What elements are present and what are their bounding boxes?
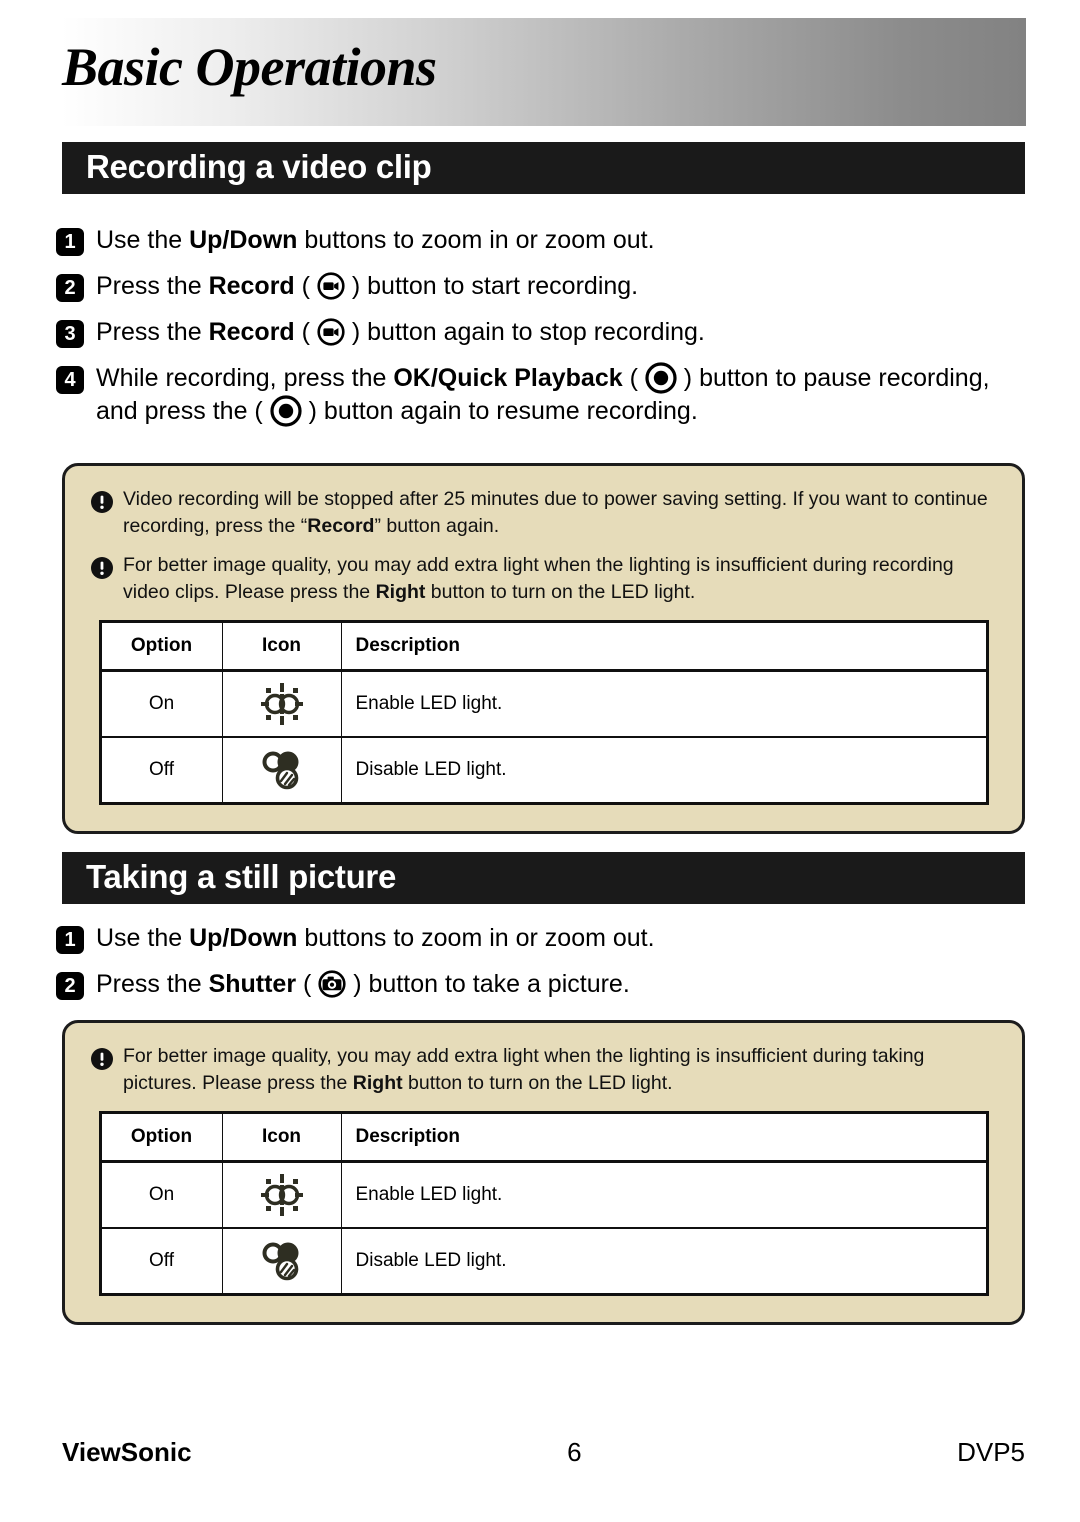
step-text: Use the Up/Down buttons to zoom in or zo…: [96, 226, 655, 254]
led-off-icon: [260, 1239, 304, 1283]
section-header-recording-label: Recording a video clip: [86, 148, 432, 186]
cell-description: Disable LED light.: [340, 736, 988, 804]
section-header-still-picture: Taking a still picture: [62, 852, 1025, 904]
step-text: Press the Record ( ) button to start rec…: [96, 272, 639, 300]
footer-model: DVP5: [957, 1437, 1025, 1467]
table-header-row: Option Icon Description: [99, 621, 988, 672]
note-text: For better image quality, you may add ex…: [123, 1045, 925, 1094]
footer-page-number: 6: [567, 1437, 582, 1467]
section-header-still-picture-label: Taking a still picture: [86, 858, 397, 896]
column-header-icon: Icon: [221, 1112, 342, 1163]
table-row: Off Disable LED light.: [99, 1227, 988, 1295]
emphasis-text: Right: [375, 581, 426, 603]
step-text: Press the Shutter ( ) button to take a p…: [96, 970, 630, 998]
exclamation-icon: [91, 491, 113, 513]
cell-icon: [221, 670, 342, 738]
cell-icon: [221, 1227, 342, 1295]
shutter-button-icon: [318, 970, 346, 998]
step-number-badge: 3: [56, 320, 84, 348]
note-item: For better image quality, you may add ex…: [91, 552, 996, 606]
cell-description: Disable LED light.: [340, 1227, 988, 1295]
step-number-badge: 2: [56, 972, 84, 1000]
page-title: Basic Operations: [62, 37, 437, 97]
cell-option: Off: [99, 1227, 223, 1295]
page-footer: ViewSonic 6 DVP5: [62, 1437, 1025, 1468]
step-recording-3: 3 Press the Record ( ) button again to s…: [56, 316, 1016, 349]
cell-icon: [221, 736, 342, 804]
table-row: Off Disable LED light.: [99, 736, 988, 804]
cell-icon: [221, 1161, 342, 1229]
ok-quick-playback-button-icon: [645, 362, 677, 394]
led-on-icon: [260, 1173, 304, 1217]
column-header-description: Description: [340, 1112, 988, 1163]
emphasis-text: Up/Down: [189, 924, 298, 952]
table-header-row: Option Icon Description: [99, 1112, 988, 1163]
step-recording-4: 4 While recording, press the OK/Quick Pl…: [56, 362, 1016, 428]
emphasis-text: Right: [352, 1072, 403, 1094]
step-text: Press the Record ( ) button again to sto…: [96, 318, 705, 346]
emphasis-text: Record: [307, 515, 375, 537]
step-recording-2: 2 Press the Record ( ) button to start r…: [56, 270, 1016, 303]
footer-brand: ViewSonic: [62, 1437, 192, 1467]
step-picture-2: 2 Press the Shutter ( ) button to take a…: [56, 968, 1016, 1001]
emphasis-text: Record: [208, 272, 295, 300]
emphasis-text: Up/Down: [189, 226, 298, 254]
step-number-badge: 4: [56, 366, 84, 394]
step-recording-1: 1 Use the Up/Down buttons to zoom in or …: [56, 224, 1016, 257]
step-text: While recording, press the OK/Quick Play…: [96, 362, 990, 427]
ok-quick-playback-button-icon: [270, 395, 302, 427]
record-button-icon: [317, 272, 345, 300]
led-option-table-recording: Option Icon Description On Enable LED li…: [98, 620, 989, 805]
emphasis-text: Record: [208, 318, 295, 346]
note-item: Video recording will be stopped after 25…: [91, 486, 996, 540]
step-number-badge: 1: [56, 228, 84, 256]
column-header-option: Option: [99, 1112, 223, 1163]
cell-option: Off: [99, 736, 223, 804]
section-header-recording: Recording a video clip: [62, 142, 1025, 194]
column-header-option: Option: [99, 621, 223, 672]
column-header-icon: Icon: [221, 621, 342, 672]
note-item: For better image quality, you may add ex…: [91, 1043, 996, 1097]
led-on-icon: [260, 682, 304, 726]
cell-option: On: [99, 670, 223, 738]
column-header-description: Description: [340, 621, 988, 672]
step-picture-1: 1 Use the Up/Down buttons to zoom in or …: [56, 922, 1016, 955]
cell-description: Enable LED light.: [340, 670, 988, 738]
led-option-table-still-picture: Option Icon Description On Enable LED li…: [98, 1111, 989, 1296]
note-box-recording: Video recording will be stopped after 25…: [62, 463, 1025, 834]
emphasis-text: Shutter: [208, 970, 297, 998]
exclamation-icon: [91, 1048, 113, 1070]
record-button-icon: [317, 318, 345, 346]
step-text: Use the Up/Down buttons to zoom in or zo…: [96, 924, 655, 952]
emphasis-text: OK/Quick Playback: [393, 364, 623, 392]
led-off-icon: [260, 748, 304, 792]
cell-description: Enable LED light.: [340, 1161, 988, 1229]
note-text: For better image quality, you may add ex…: [123, 554, 954, 603]
exclamation-icon: [91, 557, 113, 579]
table-row: On Enable LED light.: [99, 1161, 988, 1229]
step-number-badge: 2: [56, 274, 84, 302]
note-box-still-picture: For better image quality, you may add ex…: [62, 1020, 1025, 1325]
step-number-badge: 1: [56, 926, 84, 954]
table-row: On Enable LED light.: [99, 670, 988, 738]
cell-option: On: [99, 1161, 223, 1229]
note-text: Video recording will be stopped after 25…: [123, 488, 988, 537]
